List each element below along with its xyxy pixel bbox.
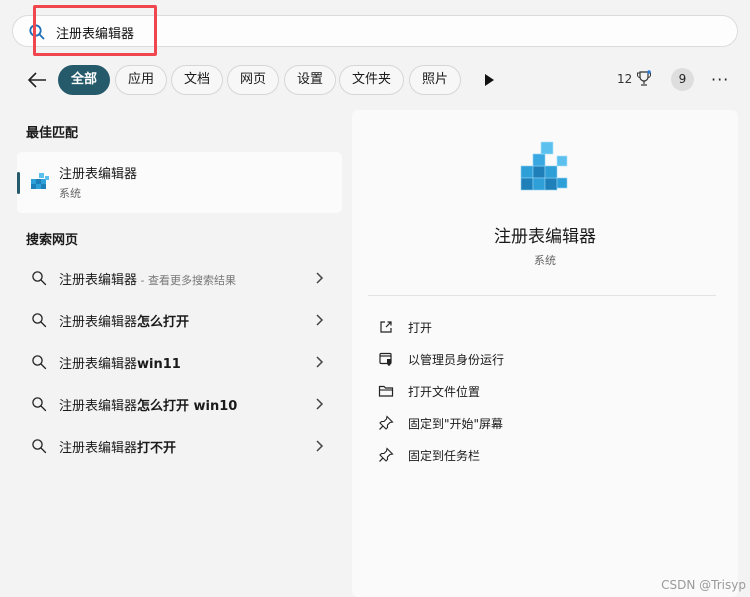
action-run-as-admin[interactable]: 以管理员身份运行 (376, 347, 716, 371)
more-options-button[interactable]: ··· (711, 70, 729, 89)
pin-icon (379, 415, 394, 430)
tab-web[interactable]: 网页 (227, 65, 280, 95)
action-label: 打开文件位置 (408, 385, 481, 399)
web-search-query: 注册表编辑器 (59, 273, 138, 288)
action-pin-to-taskbar[interactable]: 固定到任务栏 (376, 443, 716, 467)
divider (368, 295, 716, 296)
back-arrow-icon[interactable] (26, 70, 48, 90)
run-as-admin-icon (379, 352, 392, 366)
annotation-highlight-box (33, 5, 157, 56)
web-search-suffix: 怎么打开 (137, 315, 190, 330)
search-icon (32, 355, 47, 370)
detail-app-name: 注册表编辑器 (494, 227, 596, 247)
web-search-suffix: win11 (137, 357, 181, 372)
watermark: CSDN @Trisyp (661, 578, 746, 592)
web-search-query: 注册表编辑器 (59, 315, 138, 330)
web-search-hint: - 查看更多搜索结果 (137, 274, 236, 287)
action-open[interactable]: 打开 (376, 315, 716, 339)
web-search-item[interactable]: 注册表编辑器win11 (17, 341, 342, 381)
open-external-icon (380, 321, 392, 333)
chevron-right-icon[interactable] (314, 355, 324, 369)
pin-icon (379, 447, 394, 462)
registry-editor-icon (520, 141, 568, 191)
best-match-heading: 最佳匹配 (26, 126, 79, 141)
web-search-suffix: 打不开 (137, 441, 177, 456)
avatar[interactable]: 9 (671, 68, 694, 91)
action-label: 以管理员身份运行 (408, 353, 505, 367)
detail-app-subtitle: 系统 (534, 254, 556, 267)
filter-bar: 全部 应用 文档 网页 设置 文件夹 照片 12 9 ··· (0, 62, 750, 98)
web-search-item[interactable]: 注册表编辑器怎么打开 win10 (17, 383, 342, 423)
play-more-filters-icon[interactable] (482, 73, 496, 87)
registry-editor-icon (31, 173, 49, 189)
action-label: 固定到任务栏 (408, 449, 481, 463)
web-search-query: 注册表编辑器 (59, 441, 138, 456)
web-search-item[interactable]: 注册表编辑器怎么打开 (17, 299, 342, 339)
chevron-right-icon[interactable] (314, 397, 324, 411)
tab-apps[interactable]: 应用 (115, 65, 168, 95)
chevron-right-icon[interactable] (314, 313, 324, 327)
web-search-item[interactable]: 注册表编辑器 - 查看更多搜索结果 (17, 257, 342, 297)
web-search-query: 注册表编辑器 (59, 399, 138, 414)
best-match-card[interactable]: 注册表编辑器 系统 (17, 152, 342, 213)
search-icon (32, 397, 47, 412)
web-search-query: 注册表编辑器 (59, 357, 138, 372)
tab-folders[interactable]: 文件夹 (339, 65, 405, 95)
best-match-subtitle: 系统 (59, 187, 81, 200)
tab-settings[interactable]: 设置 (284, 65, 337, 95)
action-label: 固定到"开始"屏幕 (408, 417, 504, 431)
detail-panel: 注册表编辑器 系统 打开 以管理员身份运行 打开文件位置 固定到"开始"屏幕 固… (352, 110, 738, 597)
rewards-trophy-icon[interactable] (636, 70, 652, 88)
web-search-heading: 搜索网页 (26, 233, 79, 248)
action-label: 打开 (408, 321, 433, 335)
best-match-name: 注册表编辑器 (59, 167, 138, 182)
search-icon (32, 439, 47, 454)
action-pin-to-start[interactable]: 固定到"开始"屏幕 (376, 411, 716, 435)
tab-documents[interactable]: 文档 (171, 65, 224, 95)
chevron-right-icon[interactable] (314, 439, 324, 453)
search-icon (32, 313, 47, 328)
web-search-suffix: 怎么打开 win10 (137, 399, 238, 414)
selection-indicator (17, 172, 20, 194)
web-search-item[interactable]: 注册表编辑器打不开 (17, 425, 342, 465)
rewards-count: 12 (617, 72, 633, 86)
chevron-right-icon[interactable] (314, 271, 324, 285)
tab-photos[interactable]: 照片 (409, 65, 462, 95)
folder-icon (378, 385, 394, 397)
tab-all[interactable]: 全部 (58, 65, 111, 95)
action-open-file-location[interactable]: 打开文件位置 (376, 379, 716, 403)
search-icon (32, 271, 47, 286)
